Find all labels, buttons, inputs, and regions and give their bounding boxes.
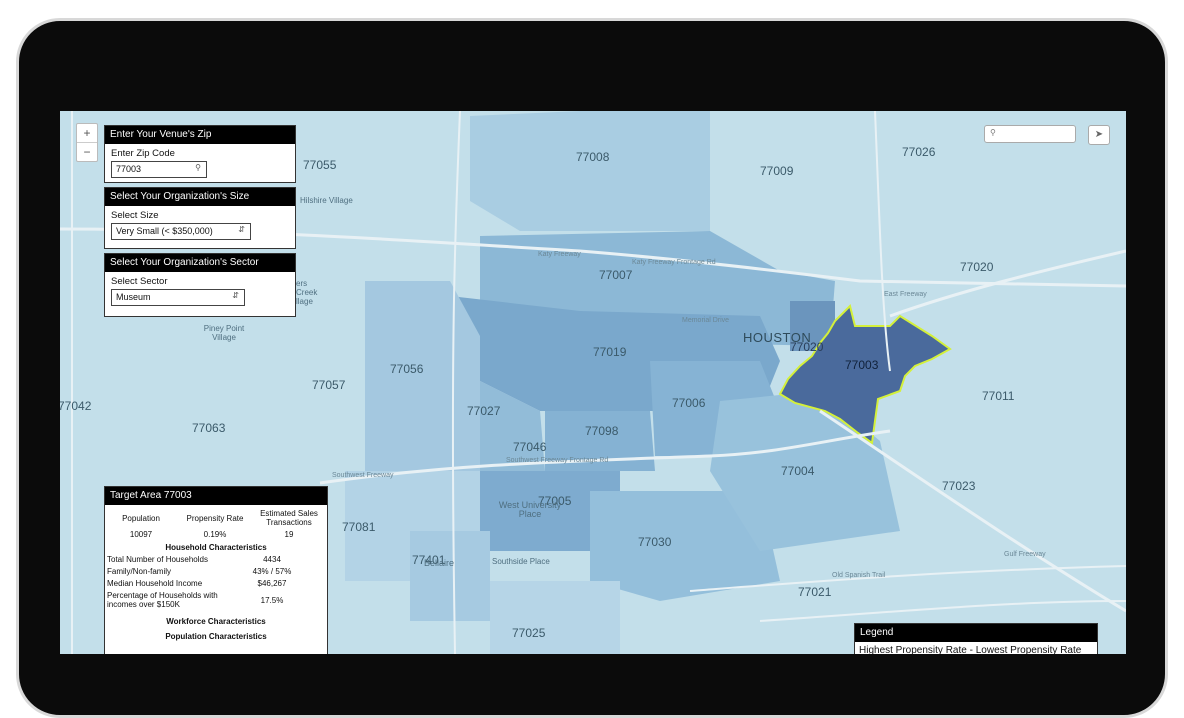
propensity-value: 0.19%: [203, 530, 227, 539]
region-77008: [470, 111, 710, 231]
legend-text: Highest Propensity Rate - Lowest Propens…: [859, 645, 1082, 654]
household-row: Total Number of Households 4434: [107, 555, 281, 564]
road-label: East Freeway: [884, 291, 927, 298]
sector-panel: Select Your Organization's Sector Select…: [104, 253, 296, 317]
zip-input-value: 77003: [116, 164, 142, 174]
place-label: Hilshire Village: [300, 196, 353, 205]
population-header: Population: [122, 513, 160, 523]
road-label: Southwest Freeway Frontage Rd: [506, 457, 609, 464]
target-area-title: Target Area 77003: [105, 487, 327, 505]
map-screen[interactable]: 77055 77008 77009 77026 77007 77020 7701…: [60, 111, 1126, 654]
road-label: Old Spanish Trail: [832, 572, 886, 579]
zip-label: 77007: [599, 268, 633, 282]
zip-label: 77026: [902, 145, 936, 159]
zip-input[interactable]: 77003 ⚲: [111, 161, 207, 178]
place-label: Piney Point Village: [203, 324, 245, 342]
propensity-header: Propensity Rate: [186, 513, 244, 523]
zoom-in-button[interactable]: +: [77, 124, 97, 142]
zip-label: 77063: [192, 421, 226, 435]
target-area-panel: Target Area 77003 Population Propensity …: [104, 486, 328, 654]
zip-label: 77057: [312, 378, 346, 392]
zip-label: 77042: [60, 399, 92, 413]
zip-label: 77081: [342, 520, 376, 534]
zip-panel-title: Enter Your Venue's Zip: [105, 126, 295, 144]
road-label: Katy Freeway Frontage Rd: [632, 259, 716, 266]
size-select[interactable]: Very Small (< $350,000) ⇵: [111, 223, 251, 240]
zip-label: 77046: [513, 440, 547, 454]
size-panel: Select Your Organization's Size Select S…: [104, 187, 296, 249]
zip-label: 77021: [798, 585, 832, 599]
zip-label: 77025: [512, 626, 546, 640]
zip-label: 77020: [790, 340, 824, 354]
zip-label: 77019: [593, 345, 627, 359]
road-label: Memorial Drive: [682, 317, 730, 324]
sector-panel-title: Select Your Organization's Sector: [105, 254, 295, 272]
sector-select-value: Museum: [116, 292, 151, 302]
legend-panel: Legend Highest Propensity Rate - Lowest …: [854, 623, 1098, 654]
zip-label: 77098: [585, 424, 619, 438]
send-arrow-icon: ➤: [1094, 129, 1104, 140]
zip-label: 77055: [303, 158, 337, 172]
map-search-input[interactable]: ⚲: [984, 125, 1076, 143]
size-label-text: Select Size: [111, 210, 159, 221]
road-label: Southwest Freeway: [332, 472, 394, 479]
household-row: Median Household Income $46,267: [107, 579, 287, 588]
population-value: 10097: [129, 530, 153, 539]
place-label: Bellaire: [424, 558, 455, 568]
place-label: ers Creek llage: [296, 279, 318, 306]
search-icon: ⚲: [195, 163, 201, 172]
zoom-control: + −: [76, 123, 98, 162]
place-label: Southside Place: [492, 557, 550, 566]
select-arrows-icon: ⇵: [232, 291, 239, 300]
size-select-value: Very Small (< $350,000): [116, 226, 213, 236]
household-row: Percentage of Households with incomes ov…: [107, 591, 284, 609]
search-icon: ⚲: [990, 128, 996, 137]
select-arrows-icon: ⇵: [238, 225, 245, 234]
household-section-title: Household Characteristics: [165, 543, 267, 552]
zip-label: 77008: [576, 150, 610, 164]
place-label: West University Place: [498, 500, 562, 519]
road-label: Katy Freeway: [538, 251, 581, 258]
zip-label: 77056: [390, 362, 424, 376]
zip-label: 77023: [942, 479, 976, 493]
locate-button[interactable]: ➤: [1088, 125, 1110, 145]
zoom-out-button[interactable]: −: [77, 142, 97, 161]
region-77025: [490, 581, 620, 654]
zip-label: 77006: [672, 396, 706, 410]
zip-label: 77011: [982, 389, 1015, 403]
zip-label: 77027: [467, 404, 501, 418]
zip-label-text: Enter Zip Code: [111, 148, 175, 159]
zip-label-selected: 77003: [845, 358, 879, 372]
region-77401: [410, 531, 490, 621]
zip-label: 77030: [638, 535, 672, 549]
population-section-title[interactable]: Population Characteristics: [105, 632, 327, 641]
region-77056: [365, 281, 480, 471]
legend-title: Legend: [855, 624, 1097, 642]
sales-value: 19: [284, 530, 294, 539]
zip-label: 77009: [760, 164, 794, 178]
workforce-section-title[interactable]: Workforce Characteristics: [105, 617, 327, 626]
zip-label: 77020: [960, 260, 994, 274]
sector-label-text: Select Sector: [111, 276, 168, 287]
sales-header: Estimated Sales Transactions: [260, 509, 318, 527]
road-label: Gulf Freeway: [1004, 551, 1046, 558]
size-panel-title: Select Your Organization's Size: [105, 188, 295, 206]
sector-select[interactable]: Museum ⇵: [111, 289, 245, 306]
household-row: Family/Non-family 43% / 57%: [107, 567, 292, 576]
zip-panel: Enter Your Venue's Zip Enter Zip Code 77…: [104, 125, 296, 183]
zip-label: 77004: [781, 464, 815, 478]
